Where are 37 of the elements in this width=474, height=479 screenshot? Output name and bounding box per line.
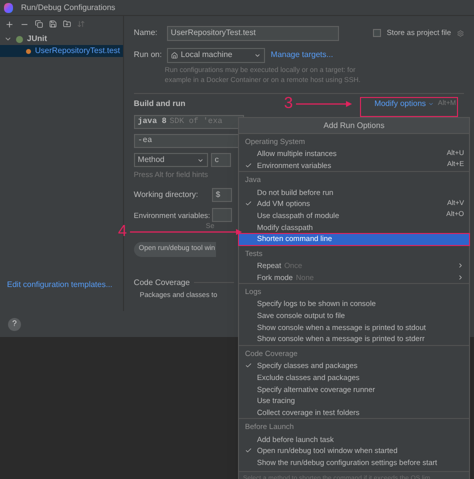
settings-icon[interactable] <box>457 30 464 36</box>
add-icon[interactable] <box>5 20 14 28</box>
home-icon <box>170 52 178 58</box>
help-button[interactable]: ? <box>8 318 21 330</box>
check-icon <box>244 162 252 170</box>
environment-field[interactable] <box>212 208 232 222</box>
tree-item[interactable]: JUnit <box>0 33 123 45</box>
section-title: Code Coverage <box>134 276 190 289</box>
section-title: Build and run <box>134 98 186 110</box>
tree-item[interactable]: UserRepositoryTest.test <box>0 45 123 57</box>
app-icon <box>4 2 13 12</box>
caret-icon <box>428 101 434 107</box>
working-directory-field[interactable]: $ <box>212 188 232 202</box>
caret-icon <box>254 52 261 58</box>
check-icon <box>244 447 252 454</box>
manage-targets-link[interactable]: Manage targets... <box>270 49 334 61</box>
field-label: Name: <box>134 27 158 39</box>
name-field[interactable]: UserRepositoryTest.test <box>166 26 339 40</box>
check-icon <box>244 200 252 208</box>
test-kind-dropdown[interactable]: Method <box>134 153 208 167</box>
field-label: Working directory: <box>134 189 200 202</box>
save-icon[interactable] <box>49 20 57 28</box>
modify-options-link[interactable]: Modify options <box>374 98 434 110</box>
popup-title: Add Run Options <box>239 118 469 134</box>
copy-icon[interactable] <box>35 20 43 28</box>
caret-icon <box>196 156 204 164</box>
check-icon <box>244 362 252 370</box>
store-checkbox[interactable] <box>372 29 381 37</box>
run-on-dropdown[interactable]: Local machine <box>166 48 265 62</box>
callout-arrow <box>296 101 352 107</box>
callout-number: 4 <box>118 224 127 240</box>
window-title: Run/Debug Configurations <box>21 2 116 14</box>
expand-icon <box>4 35 12 43</box>
templates-link[interactable]: Edit configuration templates... <box>0 279 123 291</box>
callout-number: 3 <box>284 96 293 112</box>
method-field[interactable]: c <box>210 153 231 167</box>
field-label: Run on: <box>134 49 161 61</box>
